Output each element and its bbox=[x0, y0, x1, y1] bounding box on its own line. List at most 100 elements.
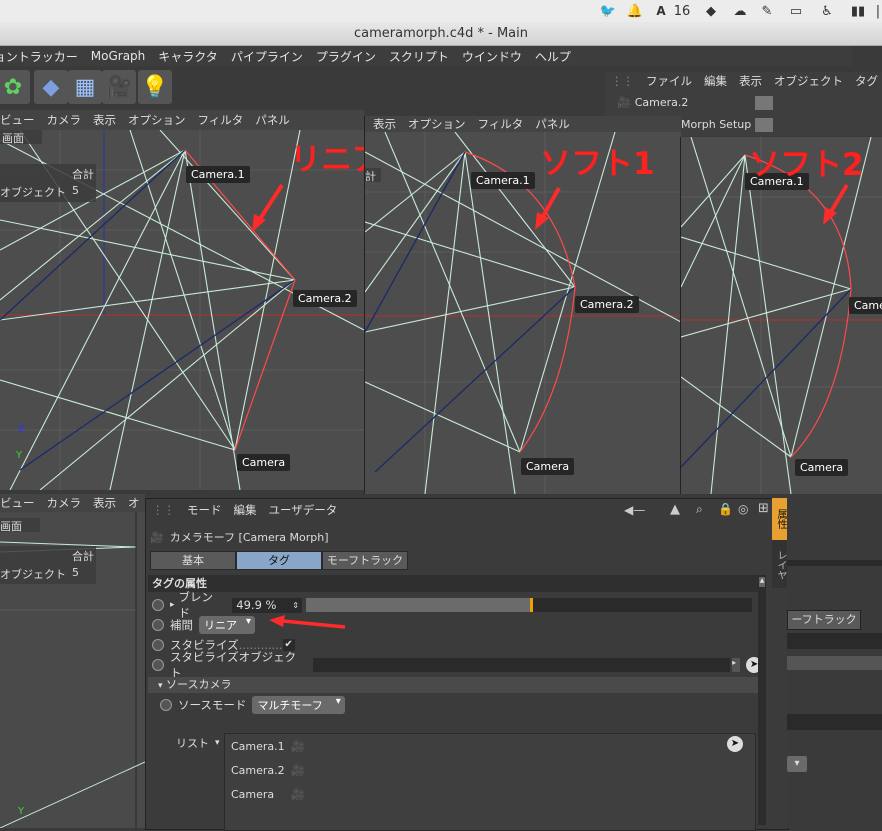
cloner-flower-icon[interactable]: ✿ bbox=[0, 70, 30, 104]
accessibility-icon[interactable]: ♿ bbox=[818, 3, 836, 19]
source-mode-dropdown[interactable]: マルチモーフ bbox=[252, 696, 345, 714]
list-menu-arrow-icon[interactable]: ▾ bbox=[215, 738, 220, 748]
adobe-icon[interactable]: A bbox=[651, 3, 671, 19]
section-source-camera[interactable]: ▾ ソースカメラ bbox=[148, 677, 764, 693]
tab-tag[interactable]: タグ bbox=[236, 551, 322, 570]
menu-item[interactable]: スクリプト bbox=[389, 48, 449, 65]
blend-slider-handle[interactable] bbox=[529, 598, 533, 612]
picker-icon[interactable]: ➤ bbox=[727, 736, 743, 752]
camera-icon[interactable]: 🎥 bbox=[102, 70, 136, 104]
deformer-icon[interactable]: ◆ bbox=[34, 70, 68, 104]
menu-item[interactable]: ヘルプ bbox=[535, 48, 571, 65]
vp-menu-display[interactable]: 表示 bbox=[93, 112, 116, 128]
creative-cloud-icon[interactable]: ☁ bbox=[730, 3, 750, 19]
camera-label: Camera bbox=[521, 458, 575, 475]
vp-menu-filter[interactable]: フィルタ bbox=[478, 116, 524, 132]
twitter-icon[interactable]: 🐦 bbox=[598, 3, 618, 19]
am-menu-mode[interactable]: モード bbox=[187, 502, 222, 518]
dropbox-icon[interactable]: ◆ bbox=[702, 3, 720, 19]
menu-item[interactable]: パイプライン bbox=[231, 48, 303, 65]
list-item[interactable]: Camera.2 🎥 bbox=[231, 764, 321, 777]
menu-item[interactable]: MoGraph bbox=[91, 49, 146, 63]
light-bulb-icon[interactable]: 💡 bbox=[138, 70, 172, 104]
vp-menu-display[interactable]: 表示 bbox=[373, 116, 396, 132]
om-menu-object[interactable]: オブジェクト bbox=[774, 73, 843, 89]
hud-total-label: 合計 bbox=[72, 168, 94, 181]
vp-menu-panel[interactable]: パネル bbox=[255, 112, 290, 128]
object-name[interactable]: Morph Setup bbox=[681, 118, 751, 131]
vp-menu-view[interactable]: ビュー bbox=[0, 112, 35, 128]
vp-menu-camera[interactable]: カメラ bbox=[47, 112, 82, 128]
up-arrow-icon[interactable]: ▲ bbox=[670, 502, 680, 517]
vp-menu-view[interactable]: ビュー bbox=[0, 495, 35, 511]
anim-radio-icon[interactable] bbox=[152, 599, 164, 611]
anim-radio-icon[interactable] bbox=[152, 619, 164, 631]
side-tab-attributes[interactable]: 属性 bbox=[772, 498, 788, 540]
hud-total-label: 合計 bbox=[72, 550, 94, 563]
tab-morph-track[interactable]: モーフトラック bbox=[322, 551, 408, 570]
scrollbar[interactable]: ▲ bbox=[758, 575, 766, 825]
om-menu-file[interactable]: ファイル bbox=[646, 73, 692, 89]
blend-input[interactable]: 49.9 % ⇕ bbox=[232, 597, 302, 613]
om-menu-edit[interactable]: 編集 bbox=[704, 73, 727, 89]
section-tag-properties: タグの属性 bbox=[148, 575, 758, 592]
link-arrow-icon[interactable]: ▸ bbox=[732, 658, 741, 672]
vp-menu-options[interactable]: オ bbox=[128, 495, 140, 511]
vp-menu-options[interactable]: オプション bbox=[408, 116, 466, 132]
vp-menu-options[interactable]: オプション bbox=[128, 112, 186, 128]
interp-dropdown[interactable]: リニア bbox=[199, 616, 255, 634]
evernote-icon[interactable]: ✎ bbox=[758, 3, 776, 19]
bell-icon[interactable]: 🔔 bbox=[626, 3, 644, 19]
lock-icon[interactable]: 🔒 bbox=[718, 502, 733, 516]
new-panel-icon[interactable]: ⊞ bbox=[758, 501, 769, 516]
target-icon[interactable]: ◎ bbox=[738, 502, 748, 516]
list-item[interactable]: Camera.1 🎥 bbox=[231, 740, 321, 753]
anim-radio-icon[interactable] bbox=[160, 699, 172, 711]
search-icon[interactable]: ⌕ bbox=[696, 502, 703, 517]
am-menu-edit[interactable]: 編集 bbox=[234, 502, 257, 518]
expand-arrow-icon[interactable]: ▸ bbox=[170, 600, 175, 610]
om-menu-tag[interactable]: タグ bbox=[855, 73, 878, 89]
menu-extra-icon[interactable]: | bbox=[874, 3, 882, 19]
object-row[interactable]: 🎥 Camera.2 bbox=[617, 96, 688, 109]
menu-item[interactable]: プラグイン bbox=[316, 48, 376, 65]
toolbar: ✿ ◆ ▦ 🎥 💡 bbox=[0, 67, 605, 110]
annotation-soft1: ソフト1 bbox=[540, 146, 655, 182]
source-mode-row: ソースモード マルチモーフ bbox=[160, 695, 345, 715]
viewport-right[interactable]: Camera.1 Came Camera ソフト2 bbox=[680, 137, 882, 494]
viewport-left[interactable]: Z Y 画面 合計 オブジェクト 5 Camera.1 Camera.2 Cam… bbox=[0, 130, 364, 490]
morph-track-button[interactable]: ーフトラック bbox=[787, 610, 861, 630]
vp-menu-panel[interactable]: パネル bbox=[535, 116, 570, 132]
camera-list[interactable]: Camera.1 🎥 Camera.2 🎥 Camera 🎥 ➤ bbox=[224, 733, 756, 831]
floor-grid-icon[interactable]: ▦ bbox=[68, 70, 102, 104]
list-item[interactable]: Camera 🎥 bbox=[231, 788, 321, 801]
anim-radio-icon[interactable] bbox=[152, 659, 164, 671]
tag-icon[interactable] bbox=[755, 96, 773, 110]
viewport-bottom[interactable]: ビュー カメラ 表示 オ Y 画面 合計 オブジェクト 5 bbox=[0, 494, 145, 828]
side-tab-layers[interactable]: レイヤ bbox=[772, 544, 788, 586]
vp-menu-camera[interactable]: カメラ bbox=[47, 495, 82, 511]
vp-menu-filter[interactable]: フィルタ bbox=[198, 112, 244, 128]
am-menu-userdata[interactable]: ユーザデータ bbox=[269, 502, 338, 518]
blend-slider[interactable] bbox=[305, 598, 752, 612]
menu-item[interactable]: ーショントラッカー bbox=[0, 48, 78, 65]
blend-value: 49.9 % bbox=[236, 597, 277, 612]
tab-basic[interactable]: 基本 bbox=[150, 551, 236, 570]
menu-item[interactable]: キャラクタ bbox=[158, 48, 218, 65]
viewport-mid[interactable]: 表示 オプション フィルタ パネル 計 Camera.1 Camera.2 Ca… bbox=[364, 116, 681, 494]
attribute-manager: ⋮⋮ モード 編集 ユーザデータ ◀— ▲ ⌕ 🔒 ◎ ⊞ 🎥 カメラモーフ [… bbox=[145, 498, 789, 831]
back-arrow-icon[interactable]: ◀— bbox=[624, 503, 664, 517]
vp-menu-display[interactable]: 表示 bbox=[93, 495, 116, 511]
scroll-up-icon[interactable]: ▲ bbox=[759, 577, 765, 587]
dropdown-arrow-icon[interactable]: ▾ bbox=[787, 756, 807, 772]
tag-icon[interactable] bbox=[755, 118, 773, 132]
annotation-soft2: ソフト2 bbox=[749, 147, 864, 183]
stabilize-object-link-field[interactable] bbox=[312, 658, 731, 672]
anim-radio-icon[interactable] bbox=[152, 639, 164, 651]
hud-objects-value: 5 bbox=[72, 566, 79, 579]
list-item-name: Camera bbox=[231, 788, 275, 801]
stepper-icon[interactable]: ⇕ bbox=[292, 598, 299, 613]
om-menu-view[interactable]: 表示 bbox=[739, 73, 762, 89]
menu-item[interactable]: ウインドウ bbox=[462, 48, 522, 65]
display-icon[interactable]: ▭ bbox=[784, 3, 808, 19]
